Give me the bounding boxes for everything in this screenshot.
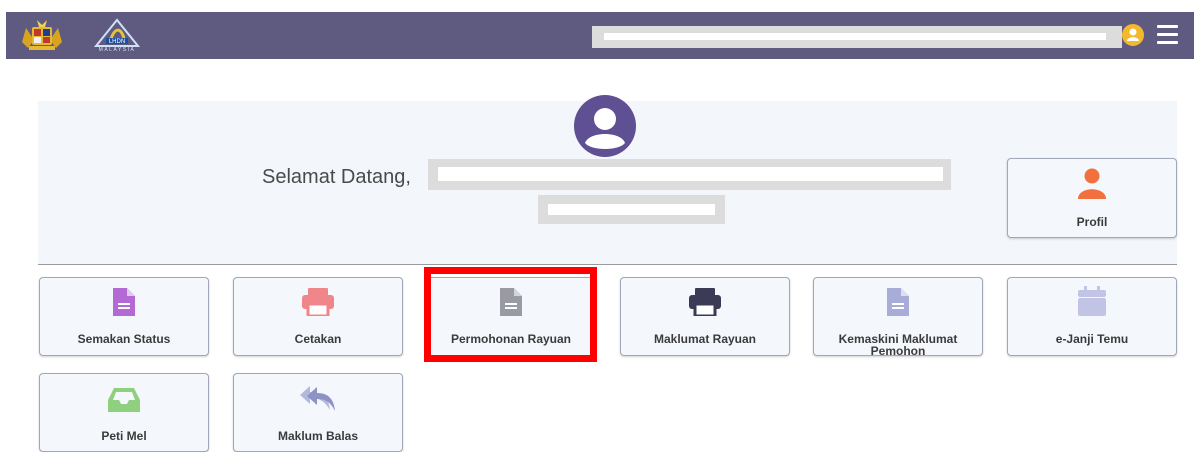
document-icon	[887, 288, 909, 316]
redacted-full-name	[428, 159, 951, 190]
coat-of-arms-icon	[22, 20, 62, 50]
printer-icon	[689, 288, 721, 316]
hamburger-menu-icon[interactable]	[1154, 23, 1184, 47]
redacted-user-name	[592, 26, 1122, 48]
document-icon	[113, 288, 135, 316]
profile-label: Profil	[1076, 215, 1108, 229]
calendar-icon	[1078, 286, 1106, 316]
maklum-balas-label: Maklum Balas	[277, 429, 359, 443]
kemaskini-maklumat-label-line2: Pemohon	[870, 344, 926, 358]
lhdn-logo: LHDN MALAYSIA	[90, 16, 144, 54]
user-icon	[1127, 28, 1139, 41]
maklumat-rayuan-button[interactable]: Maklumat Rayuan	[620, 277, 790, 356]
maklumat-rayuan-label: Maklumat Rayuan	[653, 332, 757, 346]
profile-avatar-icon	[574, 95, 636, 157]
reply-all-icon	[300, 386, 335, 411]
person-icon	[1078, 168, 1106, 199]
lhdn-logo-subtext: MALAYSIA	[98, 47, 136, 53]
lhdn-logo-icon: LHDN	[93, 18, 141, 47]
printer-icon	[302, 288, 334, 316]
redacted-id-number	[538, 195, 725, 224]
e-janji-temu-button[interactable]: e-Janji Temu	[1007, 277, 1177, 356]
peti-mel-button[interactable]: Peti Mel	[39, 373, 209, 452]
user-avatar[interactable]	[1122, 24, 1144, 46]
inbox-icon	[108, 388, 140, 412]
lhdn-logo-text: LHDN	[109, 39, 125, 45]
cetakan-button[interactable]: Cetakan	[233, 277, 403, 356]
maklum-balas-button[interactable]: Maklum Balas	[233, 373, 403, 452]
semakan-status-button[interactable]: Semakan Status	[39, 277, 209, 356]
welcome-greeting: Selamat Datang,	[262, 166, 411, 188]
top-navbar: LHDN MALAYSIA	[6, 12, 1194, 59]
peti-mel-label: Peti Mel	[101, 429, 147, 443]
selection-highlight-box	[424, 267, 597, 362]
section-divider	[38, 264, 1177, 265]
profile-button[interactable]: Profil	[1007, 158, 1177, 238]
semakan-status-label: Semakan Status	[77, 332, 171, 346]
e-janji-temu-label: e-Janji Temu	[1055, 332, 1129, 346]
cetakan-label: Cetakan	[294, 332, 342, 346]
kemaskini-maklumat-pemohon-button[interactable]: Kemaskini Maklumat Pemohon	[813, 277, 983, 358]
